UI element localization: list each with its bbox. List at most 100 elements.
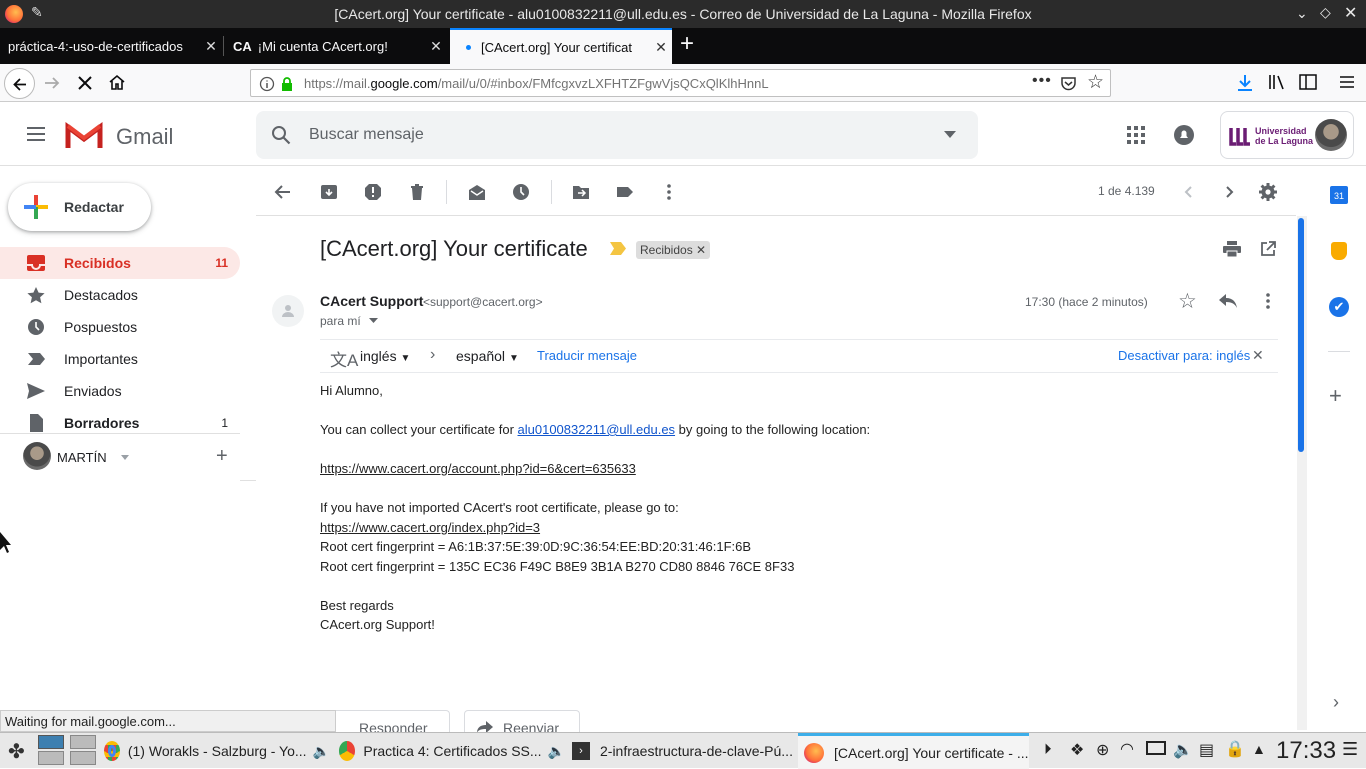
media-play-icon[interactable]: ⏵ — [1044, 741, 1052, 758]
get-addons-icon[interactable]: + — [1329, 383, 1342, 409]
add-contact-icon[interactable]: + — [216, 445, 228, 468]
close-window-icon[interactable]: ✕ — [1344, 3, 1357, 23]
important-marker-icon[interactable] — [610, 242, 626, 255]
archive-icon[interactable] — [320, 183, 338, 201]
sidebar-item-important[interactable]: Importantes — [0, 343, 240, 375]
search-input[interactable]: Buscar mensaje — [309, 126, 424, 144]
info-icon[interactable] — [259, 76, 275, 92]
certificate-link[interactable]: https://www.cacert.org/account.php?id=6&… — [320, 461, 636, 476]
more-options-icon[interactable] — [660, 183, 678, 201]
forward-arrow-icon[interactable] — [42, 74, 62, 92]
mark-unread-icon[interactable] — [468, 183, 486, 201]
reply-icon[interactable] — [1218, 293, 1238, 309]
older-icon[interactable] — [1220, 183, 1238, 201]
sidebar-item-starred[interactable]: Destacados — [0, 279, 240, 311]
account-box[interactable]: Universidad de La Laguna — [1220, 111, 1354, 159]
compose-button[interactable]: Redactar — [8, 183, 151, 231]
pager-secondary-icon[interactable] — [70, 735, 96, 765]
close-translate-icon[interactable]: ✕ — [1252, 347, 1264, 364]
app-launcher-icon[interactable]: ✤ — [8, 739, 25, 764]
home-icon[interactable] — [108, 73, 126, 91]
tab-cacert-certificate[interactable]: [CAcert.org] Your certificat ✕ — [450, 28, 672, 64]
close-tab-icon[interactable]: ✕ — [425, 38, 447, 55]
library-icon[interactable] — [1267, 73, 1287, 91]
scrollbar-thumb[interactable] — [1298, 218, 1304, 452]
search-icon[interactable] — [271, 125, 291, 145]
task-practica[interactable]: Practica 4: Certificados SS... 🔈 — [335, 735, 565, 767]
sidebar-item-snoozed[interactable]: Pospuestos — [0, 311, 240, 343]
star-message-icon[interactable]: ☆ — [1178, 289, 1197, 314]
chevron-down-icon[interactable] — [121, 455, 129, 460]
stop-loading-icon[interactable] — [76, 74, 94, 92]
open-new-window-icon[interactable] — [1260, 241, 1276, 257]
downloads-icon[interactable] — [1236, 73, 1254, 93]
show-details-icon[interactable] — [369, 318, 378, 323]
source-language-select[interactable]: inglés ▼ — [360, 348, 410, 364]
volume-icon[interactable]: 🔈 — [1173, 740, 1193, 760]
label-icon[interactable] — [616, 183, 634, 201]
tab-cacert-account[interactable]: CA ¡Mi cuenta CAcert.org! ✕ — [225, 28, 447, 64]
newer-icon[interactable] — [1180, 183, 1198, 201]
pocket-icon[interactable] — [1060, 75, 1077, 92]
sidebar-item-drafts[interactable]: Borradores 1 — [0, 407, 240, 439]
keep-icon[interactable] — [1331, 242, 1347, 260]
clipboard-icon[interactable]: ▤ — [1199, 740, 1214, 760]
reply-button[interactable]: Responder — [320, 710, 450, 732]
tray-expand-icon[interactable]: ▲ — [1252, 741, 1266, 757]
wifi-icon[interactable]: ◠ — [1120, 739, 1134, 759]
updates-icon[interactable]: ⊕ — [1096, 740, 1109, 760]
back-to-inbox-icon[interactable] — [274, 183, 292, 201]
search-box[interactable]: Buscar mensaje — [256, 111, 978, 159]
translate-message-link[interactable]: Traducir mensaje — [537, 348, 637, 363]
gmail-logo-icon[interactable] — [65, 121, 103, 149]
tab-practica[interactable]: práctica-4:-uso-de-certificados ✕ — [0, 28, 222, 64]
menu-icon[interactable] — [1338, 74, 1356, 90]
lock-screen-icon[interactable]: 🔒 — [1225, 739, 1245, 759]
sidebar-item-sent[interactable]: Enviados — [0, 375, 240, 407]
expand-panel-icon[interactable]: › — [1333, 692, 1339, 713]
report-spam-icon[interactable] — [364, 183, 382, 201]
back-button[interactable] — [4, 68, 35, 99]
taskbar-clock[interactable]: 17:33 — [1276, 737, 1336, 765]
url-text[interactable]: https://mail.google.com/mail/u/0/#inbox/… — [304, 76, 769, 91]
close-tab-icon[interactable]: ✕ — [200, 38, 222, 55]
task-terminal[interactable]: › 2-infraestructura-de-clave-Pú... — [570, 735, 795, 767]
hangouts-avatar[interactable] — [23, 442, 51, 470]
notifications-icon[interactable] — [1173, 124, 1195, 146]
remove-label-icon[interactable]: ✕ — [696, 243, 706, 257]
more-message-options-icon[interactable] — [1260, 292, 1276, 310]
tasks-icon[interactable]: ✔ — [1329, 297, 1349, 317]
bookmark-star-icon[interactable]: ☆ — [1087, 71, 1104, 94]
sidebar-icon[interactable] — [1299, 74, 1317, 90]
delete-icon[interactable] — [408, 183, 426, 201]
calendar-icon[interactable]: 31 — [1330, 186, 1348, 204]
sidebar-item-inbox[interactable]: Recibidos 11 — [0, 247, 240, 279]
close-tab-icon[interactable]: ✕ — [650, 39, 672, 56]
move-to-icon[interactable] — [572, 183, 590, 201]
main-menu-icon[interactable] — [26, 126, 46, 142]
task-firefox[interactable]: [CAcert.org] Your certificate - ... — [798, 733, 1029, 769]
target-language-select[interactable]: español ▼ — [456, 348, 519, 364]
forward-button[interactable]: Reenviar — [464, 710, 580, 732]
avatar[interactable] — [1315, 119, 1347, 151]
settings-gear-icon[interactable] — [1259, 183, 1277, 201]
disable-translation-link[interactable]: Desactivar para: inglés — [1118, 348, 1250, 363]
maximize-icon[interactable]: ◇ — [1320, 4, 1331, 21]
search-options-icon[interactable] — [944, 131, 956, 139]
minimize-icon[interactable]: ⌄ — [1296, 5, 1308, 22]
email-link[interactable]: alu0100832211@ull.edu.es — [518, 422, 676, 437]
root-cert-link[interactable]: https://www.cacert.org/index.php?id=3 — [320, 520, 540, 535]
dropbox-icon[interactable]: ❖ — [1070, 740, 1084, 760]
page-actions-icon[interactable]: ••• — [1032, 72, 1052, 90]
new-tab-icon[interactable]: + — [680, 32, 694, 56]
apps-grid-icon[interactable] — [1127, 126, 1145, 144]
print-icon[interactable] — [1223, 241, 1241, 257]
hangouts-user[interactable]: MARTÍN — [57, 450, 107, 465]
url-bar[interactable]: https://mail.google.com/mail/u/0/#inbox/… — [250, 69, 1111, 97]
battery-icon[interactable] — [1146, 741, 1166, 755]
snooze-icon[interactable] — [512, 183, 530, 201]
task-youtube[interactable]: (1) Worakls - Salzburg - Yo... 🔈 — [100, 735, 330, 767]
show-desktop-icon[interactable]: ☰ — [1342, 739, 1358, 760]
label-chip[interactable]: Recibidos ✕ — [636, 241, 711, 259]
pager-icon[interactable] — [38, 735, 64, 765]
